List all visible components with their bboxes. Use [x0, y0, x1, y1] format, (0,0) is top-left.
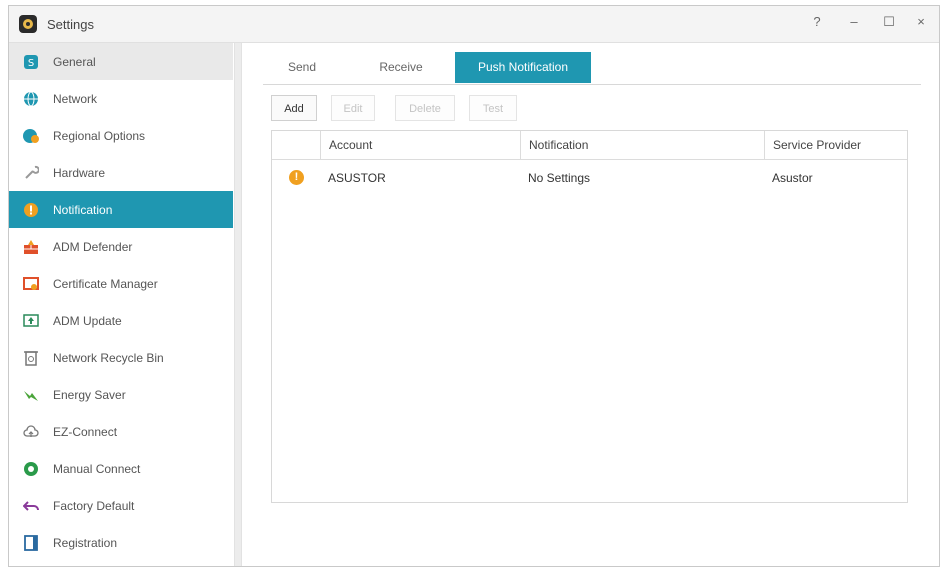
table-row[interactable]: ! ASUSTOR No Settings Asustor: [272, 160, 907, 196]
column-header-service-provider[interactable]: Service Provider: [764, 131, 907, 159]
help-button[interactable]: ?: [807, 12, 827, 32]
sidebar-item-energy-saver[interactable]: Energy Saver: [9, 376, 233, 413]
tab-receive[interactable]: Receive: [361, 52, 441, 83]
sidebar-item-notification[interactable]: Notification: [9, 191, 233, 228]
sidebar-item-label: ADM Update: [53, 313, 122, 328]
warning-icon: !: [289, 170, 304, 185]
sidebar-item-label: EZ-Connect: [53, 424, 118, 439]
maximize-button[interactable]: ☐: [879, 12, 899, 32]
window-title: Settings: [47, 17, 94, 32]
tab-push-notification[interactable]: Push Notification: [455, 52, 591, 83]
sidebar-item-label: Hardware: [53, 165, 106, 180]
svg-text:S: S: [28, 58, 34, 69]
manual-connect-icon: [23, 461, 39, 477]
sidebar-item-label: Notification: [53, 202, 113, 217]
sidebar-item-label: Energy Saver: [53, 387, 126, 402]
sidebar-item-network[interactable]: Network: [9, 80, 233, 117]
globe-icon: [23, 91, 39, 107]
recycle-bin-icon: [23, 350, 39, 366]
registration-icon: [23, 534, 39, 551]
column-header-notification[interactable]: Notification: [520, 131, 764, 159]
main-panel: Send Receive Push Notification Add Edit …: [243, 43, 939, 566]
firewall-icon: [23, 239, 39, 255]
leaf-icon: [23, 387, 39, 403]
sidebar-item-adm-update[interactable]: ADM Update: [9, 302, 233, 339]
close-button[interactable]: ×: [911, 12, 931, 32]
cell-service-provider: Asustor: [772, 171, 813, 185]
title-bar: Settings ? – ☐ ×: [9, 6, 939, 43]
sidebar-item-label: Registration: [53, 535, 118, 550]
push-notification-table: Account Notification Service Provider ! …: [271, 130, 908, 503]
cloud-icon: [23, 424, 39, 440]
tab-send[interactable]: Send: [277, 52, 327, 83]
sidebar-item-label: Certificate Manager: [53, 276, 158, 291]
update-icon: [23, 313, 39, 329]
test-button[interactable]: Test: [469, 95, 517, 121]
sidebar-item-regional-options[interactable]: Regional Options: [9, 117, 233, 154]
sidebar-item-label: Manual Connect: [53, 461, 141, 476]
wrench-icon: [23, 165, 39, 181]
cell-notification: No Settings: [528, 171, 591, 185]
cell-account: ASUSTOR: [328, 171, 386, 185]
sidebar-item-registration[interactable]: Registration: [9, 524, 233, 561]
table-header: Account Notification Service Provider: [272, 131, 907, 160]
edit-button[interactable]: Edit: [331, 95, 375, 121]
sidebar-item-network-recycle-bin[interactable]: Network Recycle Bin: [9, 339, 233, 376]
sidebar-item-hardware[interactable]: Hardware: [9, 154, 233, 191]
sidebar-item-label: General: [53, 54, 96, 69]
settings-window: Settings ? – ☐ × S General Network Regio…: [8, 5, 940, 567]
sidebar-item-label: Factory Default: [53, 498, 135, 513]
sidebar-item-ez-connect[interactable]: EZ-Connect: [9, 413, 233, 450]
minimize-button[interactable]: –: [844, 12, 864, 32]
sidebar-item-label: Regional Options: [53, 128, 146, 143]
sidebar-item-certificate-manager[interactable]: Certificate Manager: [9, 265, 233, 302]
sidebar-item-label: Network: [53, 91, 98, 106]
sidebar-item-label: ADM Defender: [53, 239, 133, 254]
undo-icon: [23, 498, 39, 514]
regional-icon: [23, 128, 39, 144]
column-header-account[interactable]: Account: [320, 131, 520, 159]
settings-app-icon: [19, 15, 37, 33]
sidebar-item-manual-connect[interactable]: Manual Connect: [9, 450, 233, 487]
sidebar-splitter[interactable]: [234, 43, 242, 566]
notification-icon: [23, 202, 39, 218]
sidebar: S General Network Regional Options Hardw…: [9, 43, 233, 566]
general-icon: S: [23, 54, 39, 70]
sidebar-item-factory-default[interactable]: Factory Default: [9, 487, 233, 524]
sidebar-item-adm-defender[interactable]: ADM Defender: [9, 228, 233, 265]
add-button[interactable]: Add: [271, 95, 317, 121]
delete-button[interactable]: Delete: [395, 95, 455, 121]
certificate-icon: [23, 276, 39, 292]
sidebar-item-general[interactable]: S General: [9, 43, 233, 80]
sidebar-item-label: Network Recycle Bin: [53, 350, 164, 365]
tab-bar: Send Receive Push Notification: [263, 52, 921, 85]
